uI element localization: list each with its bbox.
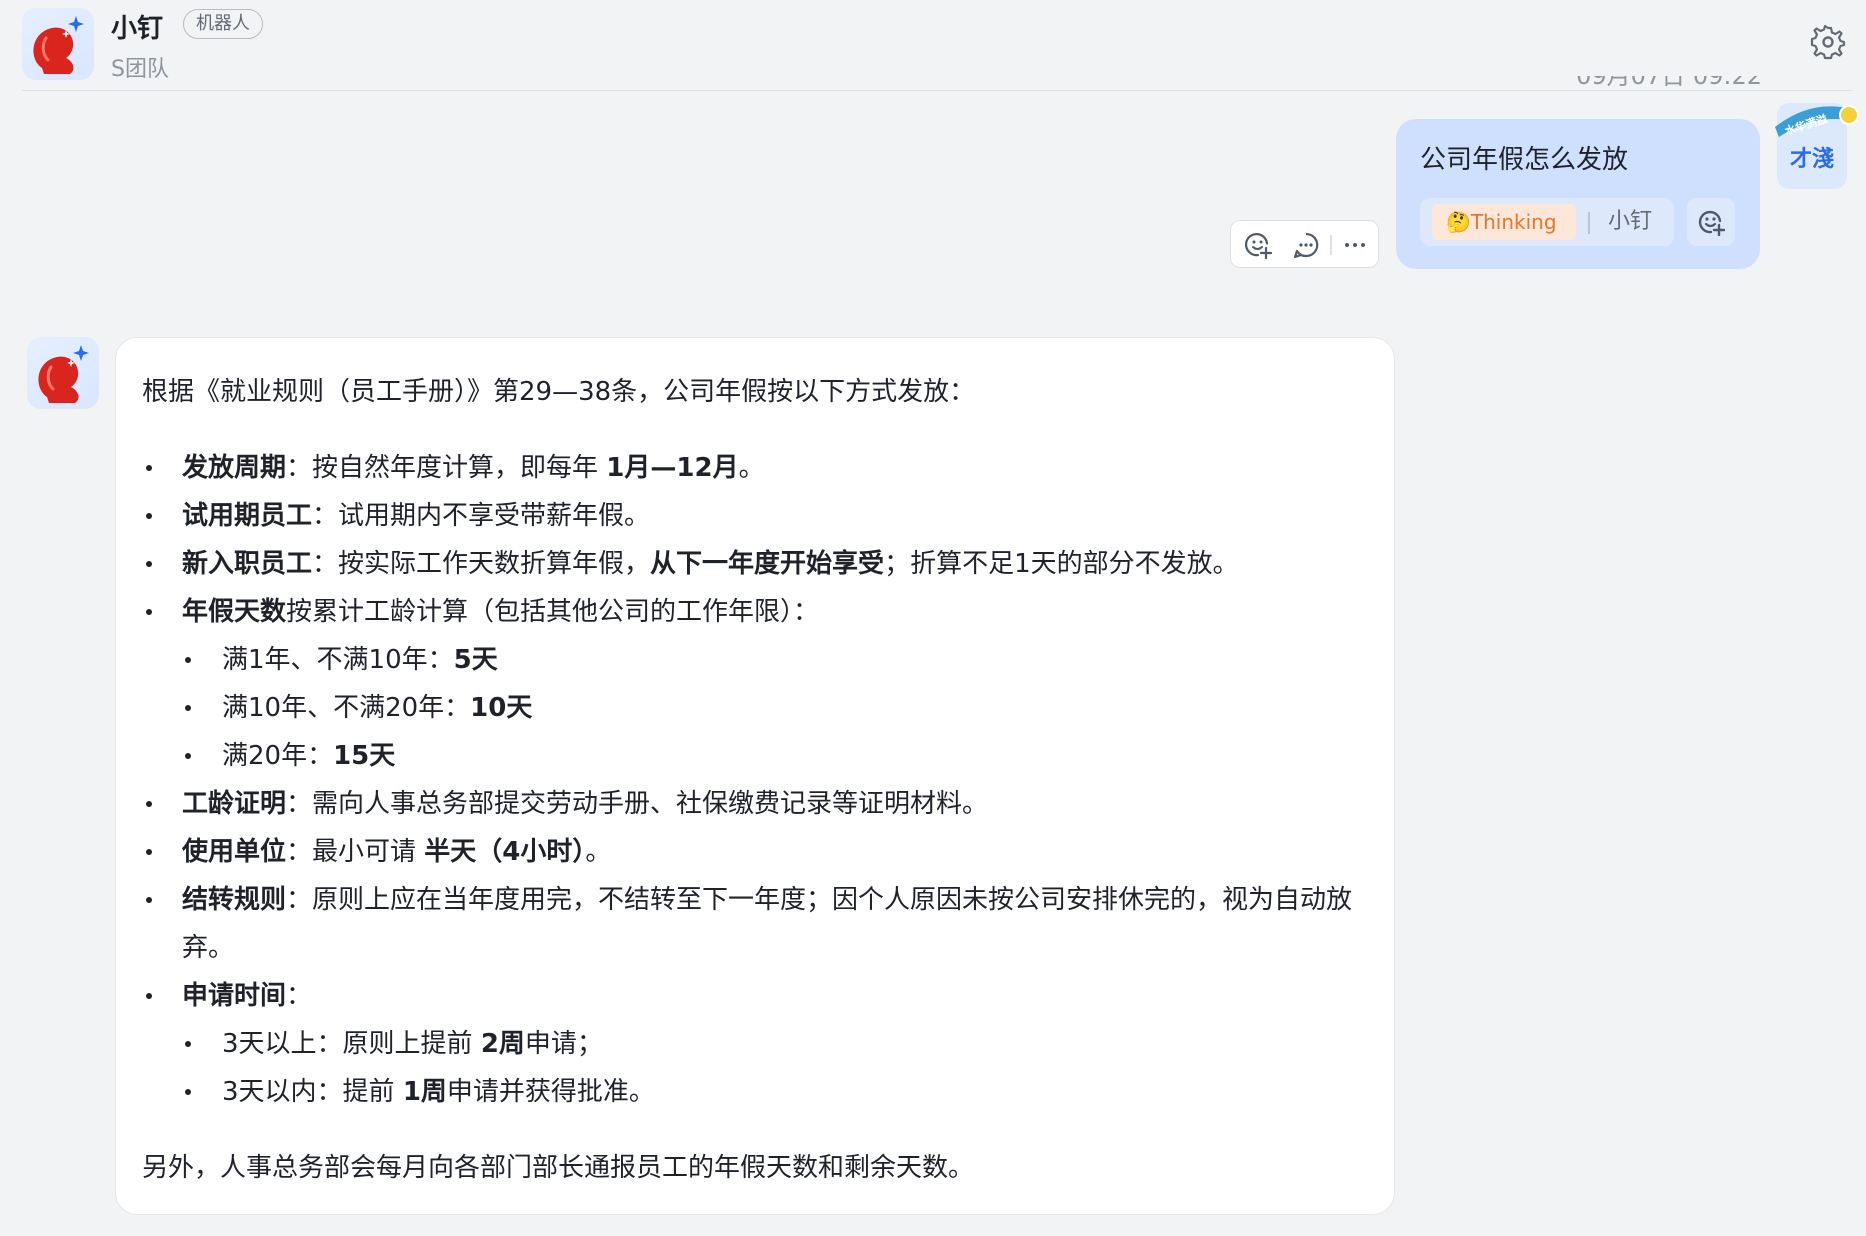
gear-icon[interactable] <box>1810 24 1846 60</box>
bot-avatar[interactable] <box>22 8 94 80</box>
list-item: 发放周期：按自然年度计算，即每年 1月—12月。 <box>142 444 1368 492</box>
robot-badge: 机器人 <box>183 9 263 39</box>
item-title: 使用单位 <box>182 837 287 867</box>
list-item: 申请时间： <box>142 972 1368 1020</box>
list-item: 年假天数按累计工龄计算（包括其他公司的工作年限）： <box>142 588 1368 636</box>
list-item: 结转规则：原则上应在当年度用完，不结转至下一年度；因个人原因未按公司安排休完的，… <box>142 876 1368 972</box>
team-name[interactable]: S团队 <box>111 51 169 83</box>
message-action-bar <box>1230 220 1379 268</box>
item-title: 结转规则 <box>182 885 287 915</box>
sub-list-item: 满20年：15天 <box>142 732 1368 780</box>
sub-list-item: 满1年、不满10年：5天 <box>142 636 1368 684</box>
bot-avatar-image <box>38 345 89 403</box>
emoji-add-icon[interactable] <box>1243 230 1273 260</box>
answer-intro: 根据《就业规则（员工手册）》第29—38条，公司年假按以下方式发放： <box>142 377 976 407</box>
answer-content: 根据《就业规则（员工手册）》第29—38条，公司年假按以下方式发放： 发放周期：… <box>142 368 1368 1192</box>
more-icon[interactable] <box>1340 230 1370 260</box>
emoji-add-icon <box>1698 210 1725 236</box>
bot-name: 小钉 <box>111 14 164 44</box>
user-message-bubble[interactable]: 公司年假怎么发放 🤔Thinking 小钉 <box>1396 119 1760 269</box>
mention-chip[interactable]: 小钉 <box>1608 205 1652 239</box>
chip-divider <box>1588 212 1590 234</box>
user-avatar-name: 才淺 <box>1789 147 1834 172</box>
list-item: 新入职员工：按实际工作天数折算年假，从下一年度开始享受；折算不足1天的部分不发放… <box>142 540 1368 588</box>
mention-chip-group: 🤔Thinking 小钉 <box>1420 198 1674 246</box>
bot-answer-card[interactable]: 根据《就业规则（员工手册）》第29—38条，公司年假按以下方式发放： 发放周期：… <box>115 337 1395 1215</box>
bot-avatar-image <box>33 16 84 74</box>
item-title: 新入职员工 <box>182 549 313 579</box>
sub-list-item: 满10年、不满20年：10天 <box>142 684 1368 732</box>
list-item: 试用期员工：试用期内不享受带薪年假。 <box>142 492 1368 540</box>
item-title: 年假天数 <box>182 597 287 627</box>
user-message-text: 公司年假怎么发放 <box>1420 145 1629 175</box>
item-title: 申请时间 <box>182 981 287 1011</box>
action-divider <box>1330 235 1332 255</box>
list-item: 使用单位：最小可请 半天（4小时）。 <box>142 828 1368 876</box>
answer-footer: 另外，人事总务部会每月向各部门部长通报员工的年假天数和剩余天数。 <box>142 1153 975 1183</box>
sub-list-item: 3天以内：提前 1周申请并获得批准。 <box>142 1068 1368 1116</box>
bot-avatar[interactable] <box>27 337 99 409</box>
sub-list-item: 3天以上：原则上提前 2周申请； <box>142 1020 1368 1068</box>
user-avatar[interactable]: 水华满溢 才淺 <box>1775 103 1859 189</box>
item-title: 工龄证明 <box>182 789 287 819</box>
user-avatar-badge: 水华满溢 <box>1775 105 1859 138</box>
item-title: 试用期员工 <box>182 501 313 531</box>
add-reaction-button[interactable] <box>1687 198 1735 246</box>
comment-icon[interactable] <box>1291 230 1321 260</box>
thinking-chip[interactable]: 🤔Thinking <box>1432 204 1576 240</box>
item-title: 发放周期 <box>182 453 287 483</box>
answer-list: 发放周期：按自然年度计算，即每年 1月—12月。 试用期员工：试用期内不享受带薪… <box>142 444 1368 1116</box>
message-timestamp: 09月07日 09:22 <box>1576 76 1762 90</box>
list-item: 工龄证明：需向人事总务部提交劳动手册、社保缴费记录等证明材料。 <box>142 780 1368 828</box>
